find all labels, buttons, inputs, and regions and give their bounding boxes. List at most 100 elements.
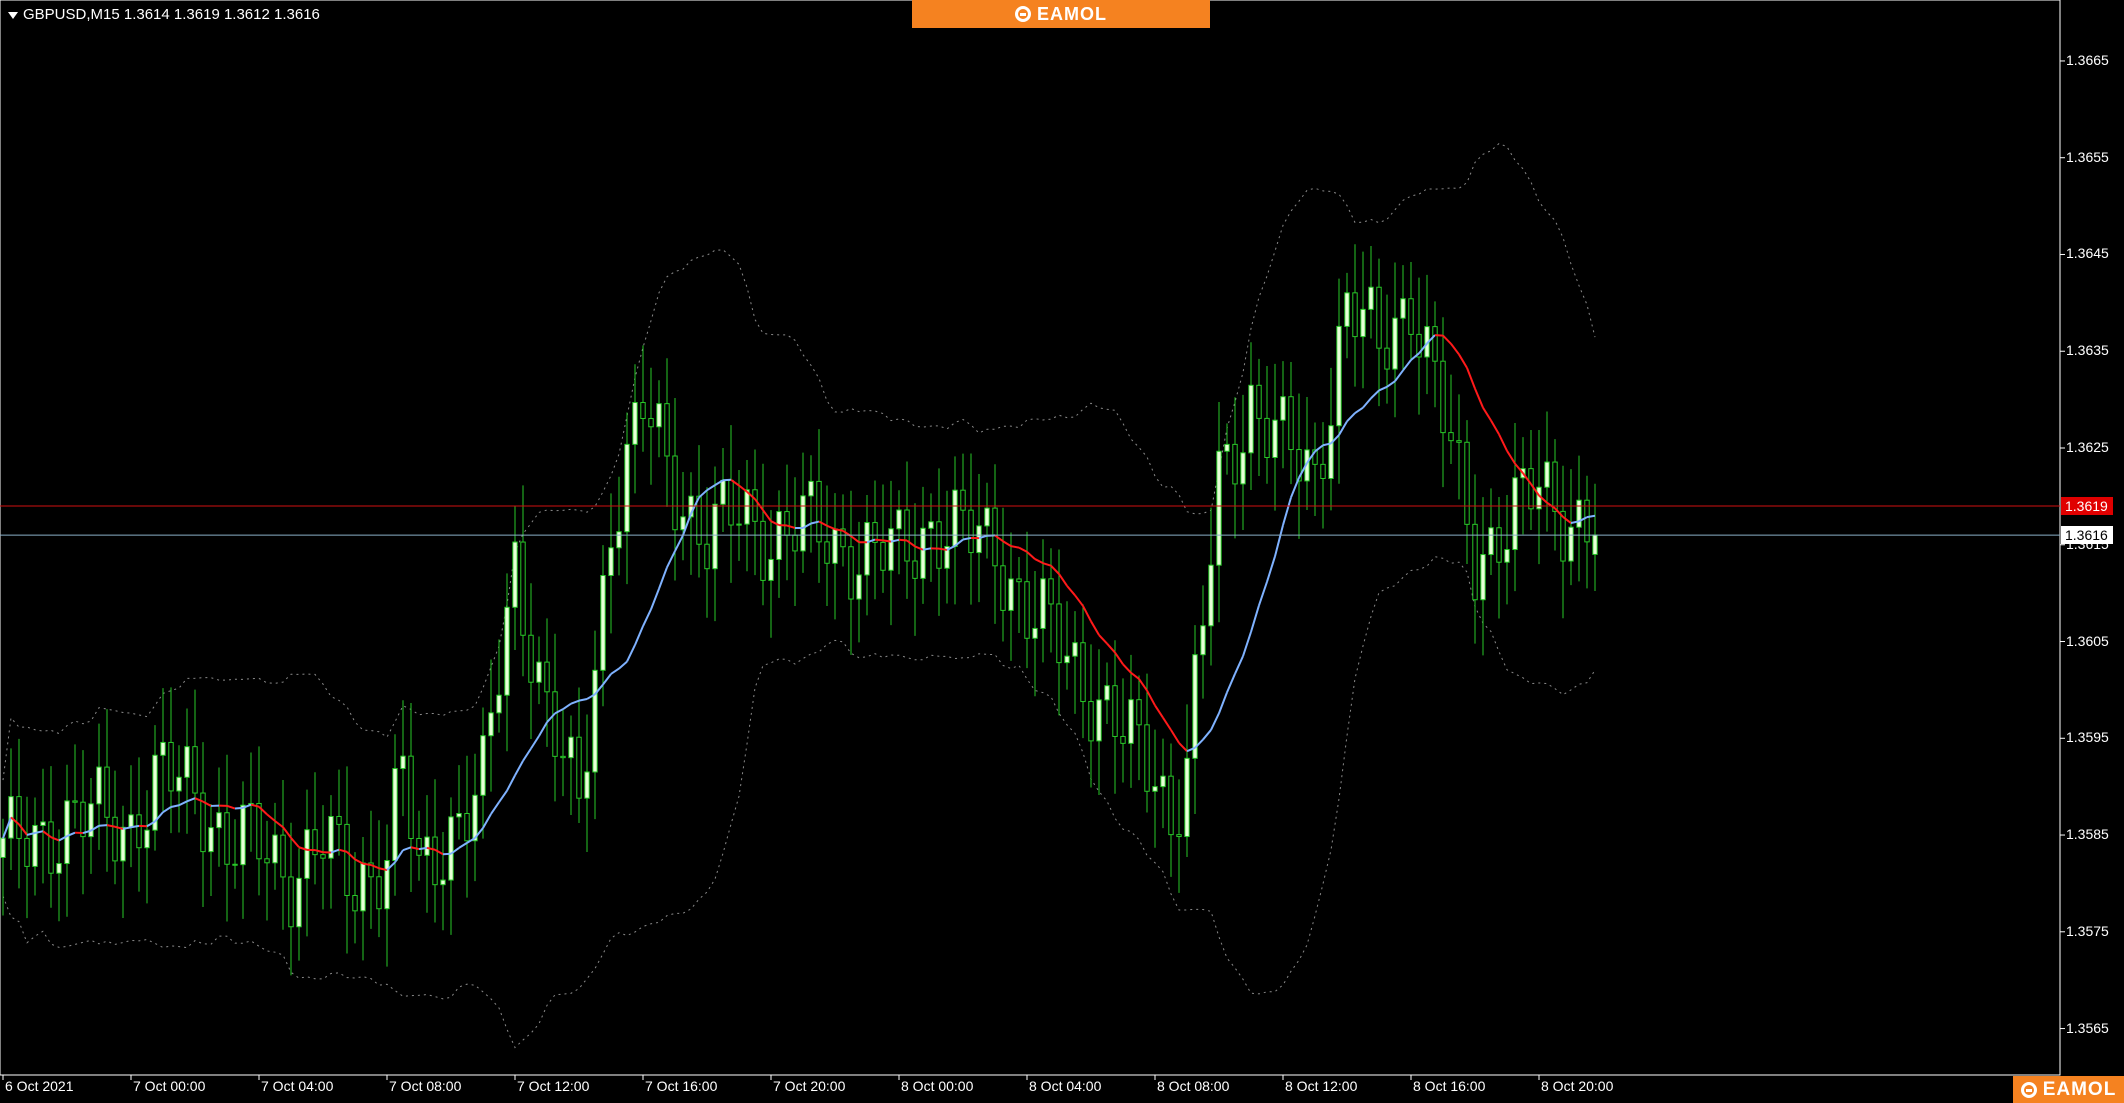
candle-body xyxy=(1568,526,1574,562)
ma-segment xyxy=(1154,704,1164,719)
ma-segment xyxy=(1162,717,1172,731)
symbol-info: GBPUSD,M15 1.3614 1.3619 1.3612 1.3616 xyxy=(23,6,320,23)
candle-body xyxy=(1040,578,1046,629)
y-tick-label: 1.3645 xyxy=(2066,245,2109,262)
ma-segment xyxy=(1314,444,1324,453)
ma-segment xyxy=(130,824,140,829)
dropdown-triangle-icon[interactable] xyxy=(8,11,18,19)
ma-segment xyxy=(874,538,884,542)
chart-canvas[interactable] xyxy=(0,0,2124,1103)
candle-body xyxy=(1552,461,1558,512)
candle-body xyxy=(600,575,606,671)
upper-band xyxy=(2,142,1596,781)
x-tick-label: 7 Oct 08:00 xyxy=(389,1078,462,1094)
candle-body xyxy=(48,821,54,874)
ma-segment xyxy=(354,858,364,865)
candle-body xyxy=(720,479,726,505)
ma-segment xyxy=(1402,359,1412,372)
candle-body xyxy=(728,479,734,526)
ma-segment xyxy=(626,644,636,663)
ma-segment xyxy=(1394,369,1404,382)
candle-body xyxy=(72,800,78,803)
candle-body xyxy=(488,712,494,737)
y-tick-label: 1.3605 xyxy=(2066,632,2109,649)
candles-layer xyxy=(0,244,1598,976)
brand-banner-top: EAMOL xyxy=(912,0,1210,28)
candle-body xyxy=(360,862,366,912)
x-tick-label: 7 Oct 04:00 xyxy=(261,1078,334,1094)
x-tick-label: 8 Oct 00:00 xyxy=(901,1078,974,1094)
candle-body xyxy=(176,776,182,792)
x-tick-label: 7 Oct 16:00 xyxy=(645,1078,718,1094)
ma-segment xyxy=(1482,407,1492,422)
y-tick-label: 1.3595 xyxy=(2066,729,2109,746)
candle-body xyxy=(32,824,38,867)
candle-body xyxy=(104,766,110,818)
brand-bottom-label: EAMOL xyxy=(2042,1078,2117,1100)
candle-body xyxy=(1256,384,1262,419)
ask-price-tag: 1.3619 xyxy=(2061,497,2113,516)
ma-layer xyxy=(2,334,1596,872)
price-lines xyxy=(0,505,2060,536)
ma-segment xyxy=(1170,729,1180,744)
candle-body xyxy=(1216,450,1222,566)
candle-body xyxy=(528,634,534,683)
x-tick-label: 7 Oct 00:00 xyxy=(133,1078,206,1094)
ma-segment xyxy=(1290,477,1300,498)
x-tick-label: 7 Oct 12:00 xyxy=(517,1078,590,1094)
candle-body xyxy=(144,829,150,849)
candle-body xyxy=(1176,834,1182,838)
candle-body xyxy=(1504,549,1510,563)
candle-body xyxy=(968,509,974,554)
ma-segment xyxy=(1506,450,1516,465)
candle-body xyxy=(40,821,46,826)
ma-segment xyxy=(1058,573,1068,587)
candle-body xyxy=(1016,578,1022,583)
candle-body xyxy=(1544,461,1550,488)
ma-segment xyxy=(1090,620,1100,636)
candle-body xyxy=(768,558,774,581)
ma-segment xyxy=(1442,334,1452,345)
candle-body xyxy=(208,827,214,853)
candle-body xyxy=(632,402,638,445)
ma-segment xyxy=(1074,594,1084,607)
candle-body xyxy=(1288,396,1294,451)
ma-segment xyxy=(1354,406,1364,414)
x-tick-label: 8 Oct 16:00 xyxy=(1413,1078,1486,1094)
ma-segment xyxy=(1378,385,1388,392)
ma-segment xyxy=(1450,343,1460,356)
candle-body xyxy=(1376,286,1382,349)
ma-segment xyxy=(274,820,284,828)
candle-body xyxy=(1576,499,1582,528)
y-tick-label: 1.3575 xyxy=(2066,922,2109,939)
ma-segment xyxy=(482,813,492,829)
ma-segment xyxy=(674,534,684,552)
candle-body xyxy=(1080,642,1086,703)
ma-segment xyxy=(506,774,516,792)
candle-body xyxy=(760,520,766,581)
candle-body xyxy=(112,816,118,862)
candle-body xyxy=(56,863,62,874)
ma-segment xyxy=(530,735,540,750)
ma-segment xyxy=(1242,631,1252,657)
candle-body xyxy=(1000,565,1006,611)
candle-body xyxy=(1104,685,1110,701)
candle-body xyxy=(0,837,6,858)
candle-body xyxy=(752,489,758,522)
candle-body xyxy=(1472,523,1478,601)
brand-top-label: EAMOL xyxy=(1037,3,1107,24)
x-tick-label: 8 Oct 08:00 xyxy=(1157,1078,1230,1094)
candle-body xyxy=(168,741,174,792)
candle-body xyxy=(712,503,718,570)
ma-segment xyxy=(490,801,500,815)
ma-segment xyxy=(698,489,708,499)
ma-segment xyxy=(266,813,276,822)
symbol-header[interactable]: GBPUSD,M15 1.3614 1.3619 1.3612 1.3616 xyxy=(8,6,320,23)
candle-body xyxy=(376,876,382,910)
candle-body xyxy=(1200,625,1206,656)
candle-body xyxy=(584,771,590,799)
candle-body xyxy=(1264,417,1270,458)
candle-body xyxy=(1136,699,1142,726)
ma-segment xyxy=(442,852,452,856)
candle-body xyxy=(672,455,678,531)
